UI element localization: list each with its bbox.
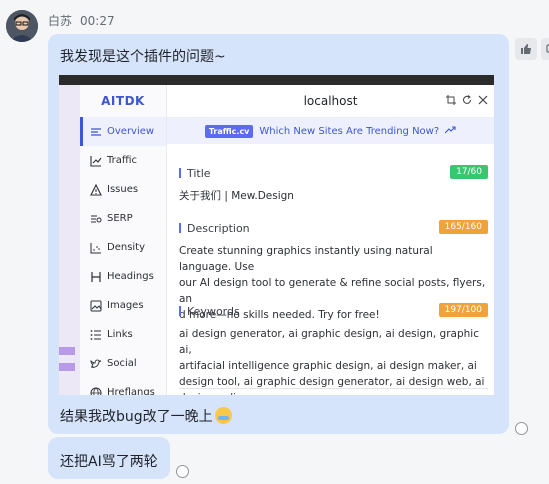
nav-serp[interactable]: SERP xyxy=(80,204,166,233)
plugin-main: localhost Traffic.cv Which New Sites Are… xyxy=(167,85,494,395)
heading-icon xyxy=(90,271,102,283)
close-icon[interactable] xyxy=(478,94,488,105)
nav-density[interactable]: Density xyxy=(80,233,166,262)
nav-label: Social xyxy=(107,358,137,369)
read-status-icon[interactable] xyxy=(176,465,189,478)
read-status-icon[interactable] xyxy=(515,422,528,435)
twitter-icon xyxy=(90,358,102,370)
nav-label: Headings xyxy=(107,271,154,282)
plugin-sidebar: AITDK Overview Traffic Issues SERP Densi… xyxy=(80,85,167,395)
globe-icon xyxy=(90,387,102,395)
plugin-brand: AITDK xyxy=(101,94,145,108)
message-actions xyxy=(515,38,549,60)
image-icon xyxy=(90,300,102,312)
message-caption: 结果我改bug改了一晚上 xyxy=(60,406,232,426)
promo-badge: Traffic.cv xyxy=(204,124,254,138)
nav-label: Links xyxy=(107,329,133,340)
nav-overview[interactable]: Overview xyxy=(80,117,166,146)
description-count-badge: 165/160 xyxy=(438,220,488,234)
nav-traffic[interactable]: Traffic xyxy=(80,146,166,175)
traffic-icon xyxy=(90,155,102,167)
keywords-count-badge: 197/100 xyxy=(438,303,488,317)
host-title: localhost xyxy=(303,94,358,108)
message-bubble[interactable]: 我发现是这个插件的问题~ AITDK Overview Traffic Issu… xyxy=(48,34,509,434)
nav-headings[interactable]: Headings xyxy=(80,262,166,291)
serp-icon xyxy=(90,213,102,225)
laughing-crying-emoji-icon xyxy=(214,407,232,424)
links-icon xyxy=(90,329,102,341)
keywords-section: Keywords 197/100 ai design generator, ai… xyxy=(179,303,488,395)
nav-issues[interactable]: Issues xyxy=(80,175,166,204)
page-edge xyxy=(59,85,80,395)
density-icon xyxy=(90,242,102,254)
title-value: 关于我们 | Mew.Design xyxy=(179,190,294,202)
divider xyxy=(179,388,488,389)
sender-line: 白苏 00:27 xyxy=(48,12,115,29)
nav-images[interactable]: Images xyxy=(80,291,166,320)
nav-label: Overview xyxy=(107,126,155,137)
nav-label: Issues xyxy=(107,184,139,195)
refresh-icon[interactable] xyxy=(462,94,472,104)
screenshot-image[interactable]: AITDK Overview Traffic Issues SERP Densi… xyxy=(59,75,494,395)
quote-reply-icon[interactable] xyxy=(541,38,549,60)
message-text: 我发现是这个插件的问题~ xyxy=(60,49,226,65)
warning-icon xyxy=(90,183,102,196)
caption-text: 结果我改bug改了一晚上 xyxy=(60,409,213,425)
avatar[interactable] xyxy=(6,10,38,42)
title-section: Title 17/60 关于我们 | Mew.Design xyxy=(179,165,488,204)
trend-arrow-icon xyxy=(444,125,456,137)
nav-links[interactable]: Links xyxy=(80,320,166,349)
message-time: 00:27 xyxy=(80,14,115,28)
nav-label: Images xyxy=(107,300,144,311)
plugin-header: localhost xyxy=(167,85,494,118)
crop-icon[interactable] xyxy=(446,94,456,105)
nav-social[interactable]: Social xyxy=(80,349,166,378)
nav-label: Hreflangs xyxy=(107,387,155,395)
message-bubble[interactable]: 还把AI骂了两轮 xyxy=(48,437,170,479)
nav-label: SERP xyxy=(107,213,133,224)
nav-label: Traffic xyxy=(107,155,138,166)
window-topbar xyxy=(59,75,494,85)
thumbs-up-icon[interactable] xyxy=(515,38,537,60)
section-label: Title xyxy=(179,167,488,180)
nav-hreflangs[interactable]: Hreflangs xyxy=(80,378,166,395)
keywords-value: ai design generator, ai graphic design, … xyxy=(179,328,485,395)
message-text: 还把AI骂了两轮 xyxy=(60,454,158,470)
promo-text: Which New Sites Are Trending Now? xyxy=(259,125,440,137)
promo-banner[interactable]: Traffic.cv Which New Sites Are Trending … xyxy=(167,118,494,144)
overview-icon xyxy=(90,126,102,138)
sender-name[interactable]: 白苏 xyxy=(48,14,72,28)
title-count-badge: 17/60 xyxy=(450,165,488,179)
nav-label: Density xyxy=(107,242,146,253)
